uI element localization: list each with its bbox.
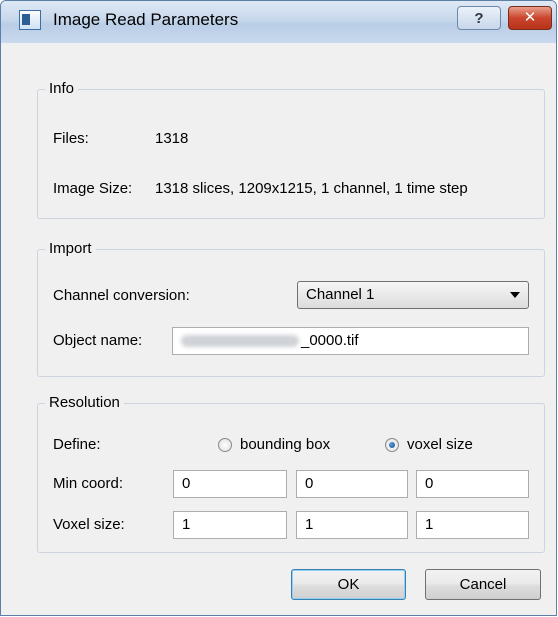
- min-coord-y-field[interactable]: 0: [296, 470, 408, 498]
- info-group: [37, 89, 545, 219]
- define-label: Define:: [53, 436, 101, 453]
- voxel-size-y-field[interactable]: 1: [296, 511, 408, 539]
- object-name-field[interactable]: _0000.tif: [172, 327, 529, 355]
- ok-button[interactable]: OK: [291, 569, 406, 600]
- channel-conversion-label: Channel conversion:: [53, 287, 190, 304]
- help-icon: ?: [474, 9, 484, 27]
- min-coord-z-field[interactable]: 0: [416, 470, 529, 498]
- voxel-size-option-label[interactable]: voxel size: [407, 435, 473, 455]
- close-icon: ✕: [523, 9, 537, 26]
- import-group: [37, 249, 545, 377]
- close-button[interactable]: ✕: [508, 6, 552, 30]
- radio-bounding-box[interactable]: [218, 438, 232, 452]
- voxel-size-z-field[interactable]: 1: [416, 511, 529, 539]
- ok-button-label: OK: [337, 576, 360, 593]
- channel-conversion-select[interactable]: Channel 1: [297, 281, 529, 309]
- object-name-label: Object name:: [53, 332, 143, 349]
- resolution-group-title: Resolution: [45, 394, 124, 412]
- window-title: Image Read Parameters: [53, 10, 239, 29]
- radio-voxel-size[interactable]: [385, 438, 399, 452]
- bounding-box-label[interactable]: bounding box: [240, 435, 330, 455]
- voxel-size-x-field[interactable]: 1: [173, 511, 287, 539]
- help-button[interactable]: ?: [457, 6, 501, 30]
- cancel-button[interactable]: Cancel: [425, 569, 541, 600]
- cancel-button-label: Cancel: [459, 576, 507, 593]
- min-coord-label: Min coord:: [53, 475, 124, 492]
- image-size-label: Image Size:: [53, 180, 133, 197]
- files-label: Files:: [53, 130, 89, 147]
- info-group-title: Info: [45, 80, 79, 98]
- object-name-suffix: _0000.tif: [301, 332, 359, 349]
- dialog-window: Image Read Parameters ? ✕ Info Files: 13…: [0, 0, 557, 616]
- import-group-title: Import: [45, 240, 96, 258]
- image-size-value: 1318 slices, 1209x1215, 1 channel, 1 tim…: [155, 180, 468, 197]
- voxel-size-label: Voxel size:: [53, 516, 125, 533]
- chevron-down-icon: [510, 292, 520, 298]
- application-icon: [19, 10, 41, 30]
- files-value: 1318: [155, 130, 189, 147]
- channel-conversion-value: Channel 1: [306, 286, 375, 303]
- min-coord-x-field[interactable]: 0: [173, 470, 287, 498]
- title-bar[interactable]: Image Read Parameters ? ✕: [1, 1, 556, 43]
- redacted-name-blur: [181, 335, 299, 348]
